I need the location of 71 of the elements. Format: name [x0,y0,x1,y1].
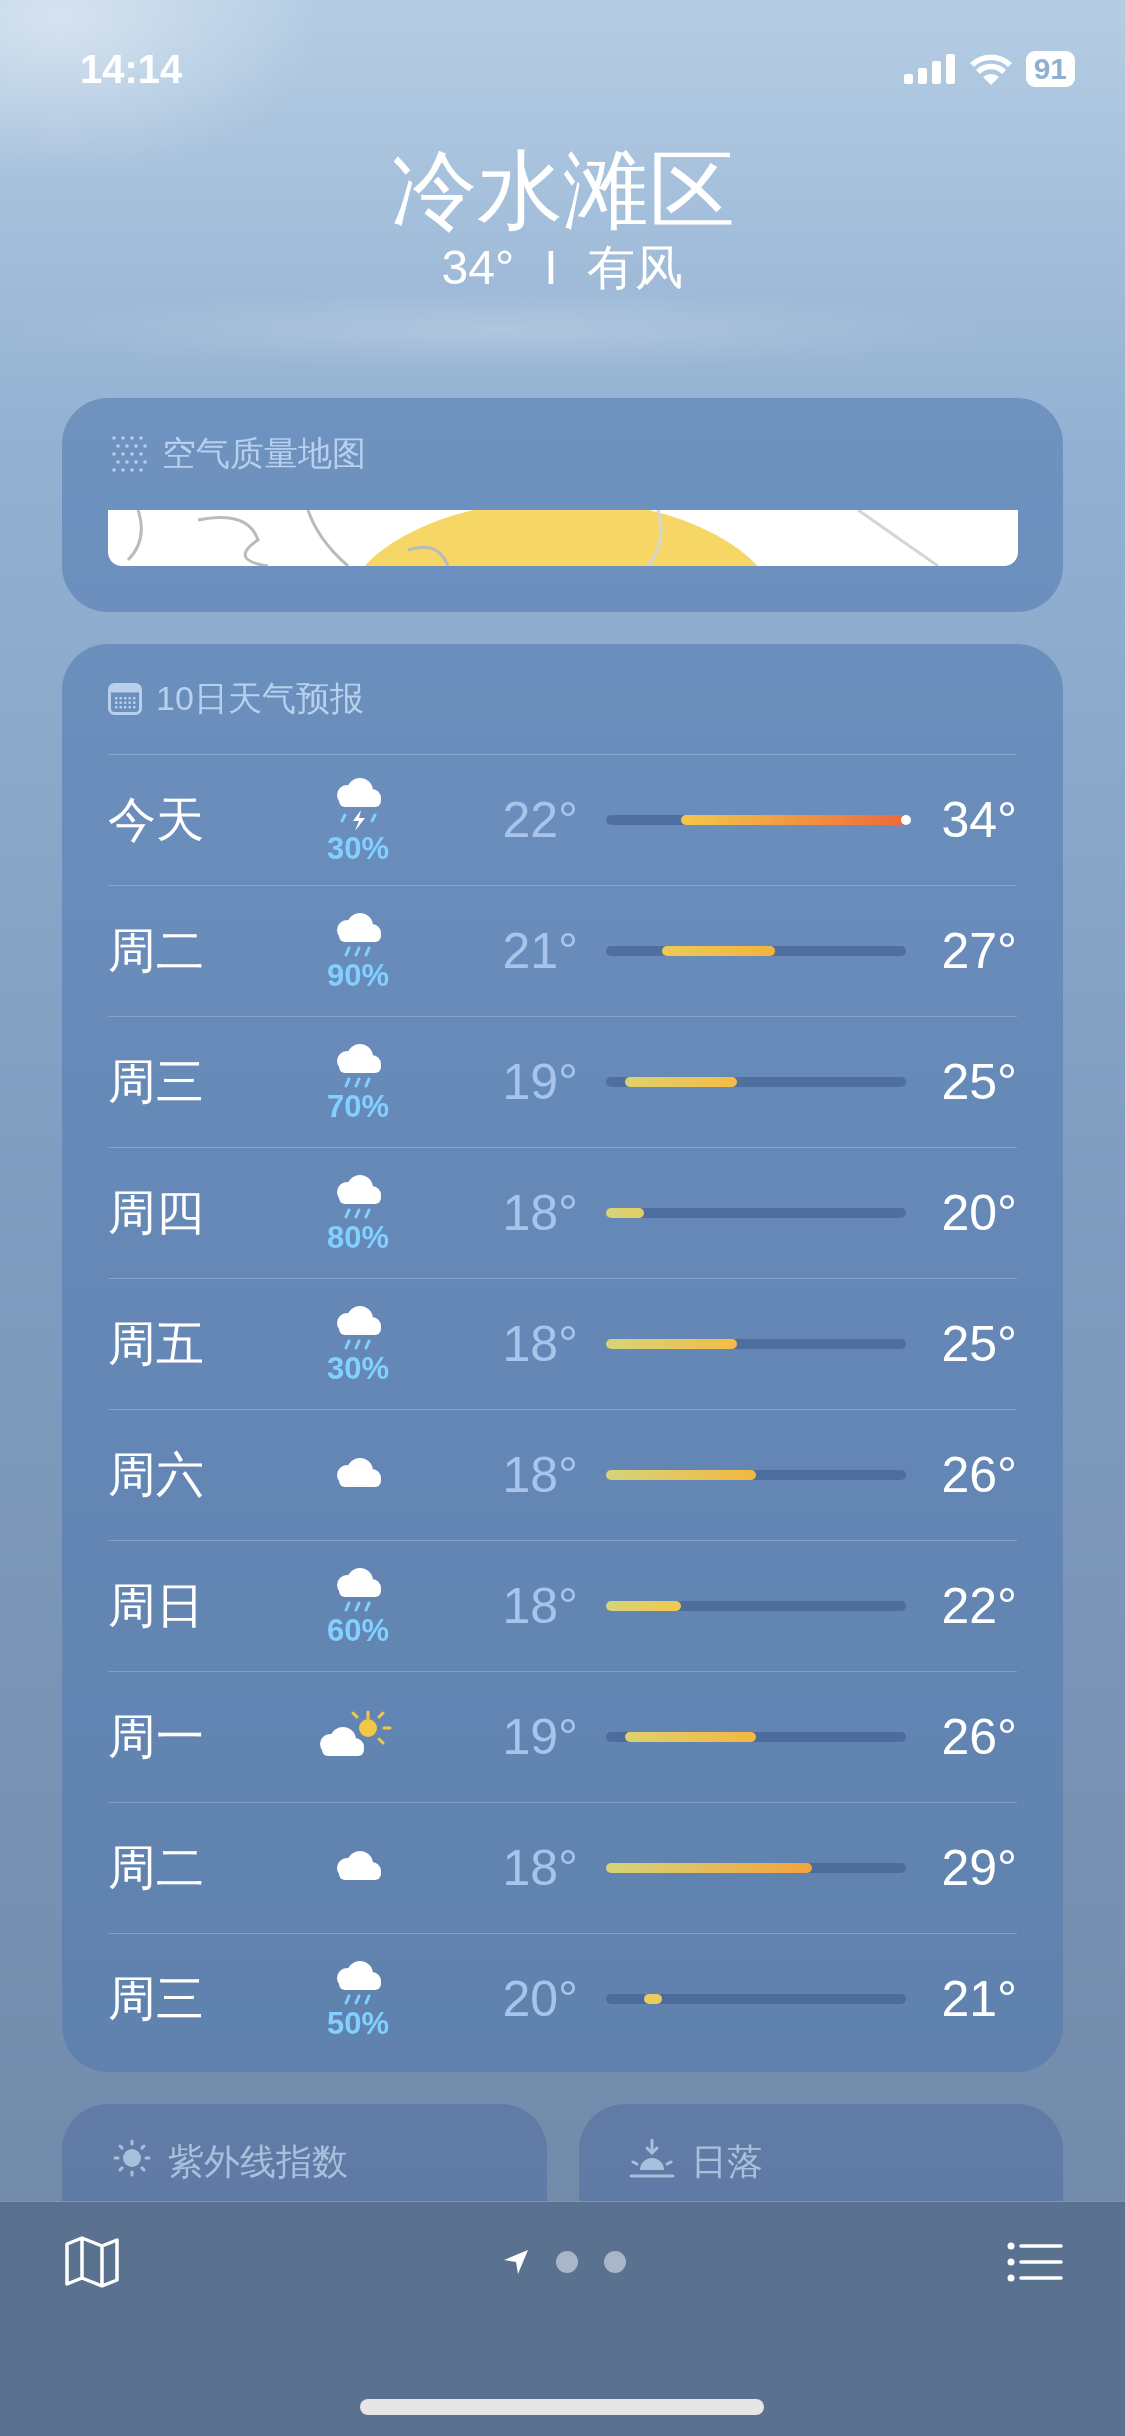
forecast-row[interactable]: 周三 70% 19° 25° [108,1016,1017,1147]
status-time: 14:14 [80,46,183,92]
temperature-range-bar [643,1994,663,2004]
tile-title: 紫外线指数 [168,2140,348,2184]
high-temperature: 26° [940,1708,1017,1766]
day-label: 周三 [108,1971,205,2027]
low-temperature: 18° [501,1446,578,1504]
battery-level: 91 [1025,51,1075,87]
high-temperature: 21° [940,1970,1017,2028]
low-temperature: 18° [501,1839,578,1897]
precipitation-chance: 70% [326,1091,389,1123]
separator: I [544,240,558,296]
day-label: 周日 [108,1578,205,1634]
high-temperature: 20° [940,1184,1017,1242]
list-icon[interactable] [1007,2242,1063,2282]
day-label: 周二 [108,1840,205,1896]
low-temperature: 18° [501,1315,578,1373]
tile-title: 日落 [690,2140,763,2184]
precipitation-chance: 30% [326,1353,389,1385]
weather-condition: 有风 [587,240,684,296]
page-dot[interactable] [603,2251,626,2273]
sun-icon [112,2138,152,2178]
forecast-row[interactable]: 周二 90% 21° 27° [108,885,1017,1016]
info-tile[interactable]: 日落 [578,2104,1063,2201]
forecast-row[interactable]: 周一 19° 26° [108,1671,1017,1802]
card-title: 10日天气预报 [156,678,364,719]
precipitation-chance: 60% [326,1615,389,1647]
high-temperature: 25° [940,1315,1017,1373]
day-label: 今天 [108,792,205,848]
low-temperature: 21° [501,922,578,980]
forecast-row[interactable]: 周四 80% 18° 20° [108,1147,1017,1278]
map-icon[interactable] [64,2236,120,2288]
forecast-row[interactable]: 周日 60% 18° 22° [108,1540,1017,1671]
page-dot[interactable] [555,2251,578,2273]
day-label: 周三 [108,1054,205,1110]
precipitation-chance: 90% [326,960,389,992]
low-temperature: 20° [501,1970,578,2028]
high-temperature: 27° [940,922,1017,980]
info-tile[interactable]: 紫外线指数 [62,2104,547,2201]
day-label: 周四 [108,1185,205,1241]
temperature-range-bar [606,1208,644,1218]
forecast-row[interactable]: 周六 18° 26° [108,1409,1017,1540]
low-temperature: 19° [501,1708,578,1766]
day-label: 周五 [108,1316,205,1372]
sunset-icon [628,2138,675,2178]
precipitation-chance: 50% [326,2008,389,2040]
high-temperature: 29° [940,1839,1017,1897]
forecast-row[interactable]: 今天 30% 22° 34° [108,754,1017,885]
low-temperature: 22° [501,791,578,849]
card-title: 空气质量地图 [162,433,366,474]
low-temperature: 18° [501,1577,578,1635]
signal-icon [903,54,956,84]
low-temperature: 19° [501,1053,578,1111]
forecast-row[interactable]: 周三 50% 20° 21° [108,1933,1017,2064]
precipitation-chance: 80% [326,1222,389,1254]
high-temperature: 25° [940,1053,1017,1111]
location-title: 冷水滩区 [389,141,736,240]
air-quality-card[interactable]: 空气质量地图 [62,398,1063,612]
precipitation-chance: 30% [326,833,389,865]
low-temperature: 18° [501,1184,578,1242]
day-label: 周一 [108,1709,205,1765]
high-temperature: 26° [940,1446,1017,1504]
current-temperature: 34° [441,240,515,296]
high-temperature: 34° [940,791,1017,849]
wifi-icon [969,53,1012,85]
forecast-row[interactable]: 周五 30% 18° 25° [108,1278,1017,1409]
forecast-row[interactable]: 周二 18° 29° [108,1802,1017,1933]
day-label: 周二 [108,923,205,979]
high-temperature: 22° [940,1577,1017,1635]
calendar-icon [108,683,142,715]
day-label: 周六 [108,1447,205,1503]
